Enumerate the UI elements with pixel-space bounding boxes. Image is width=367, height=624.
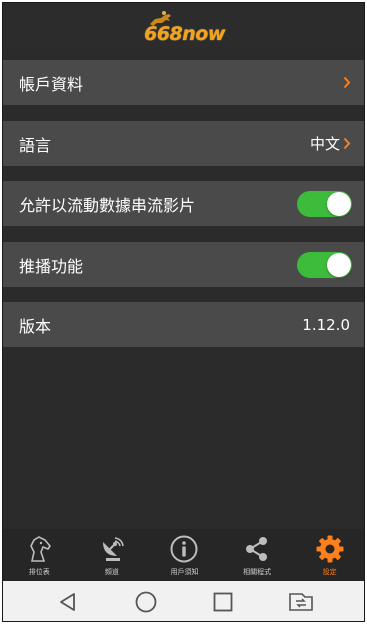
tab-label: 相關程式 bbox=[243, 568, 272, 576]
home-icon[interactable] bbox=[131, 587, 161, 617]
app-header: 668now bbox=[3, 3, 364, 50]
tab-label: 排位表 bbox=[28, 568, 50, 576]
tab-race-card[interactable]: 排位表 bbox=[3, 529, 76, 581]
tab-settings[interactable]: 設定 bbox=[293, 529, 364, 581]
satellite-dish-icon bbox=[97, 534, 127, 564]
app-screen: 668now 帳戶資料 語言 中文 允許以流動數據串流影片 推播功能 版本 1.… bbox=[2, 2, 365, 622]
horse-rider-logo-icon bbox=[149, 10, 171, 26]
back-icon[interactable] bbox=[53, 587, 83, 617]
settings-row-push: 推播功能 bbox=[3, 242, 364, 287]
settings-row-version: 版本 1.12.0 bbox=[3, 302, 364, 347]
switch-sim-icon[interactable] bbox=[286, 587, 316, 617]
settings-row-account[interactable]: 帳戶資料 bbox=[3, 60, 364, 105]
info-icon bbox=[169, 534, 199, 564]
version-value: 1.12.0 bbox=[302, 315, 350, 334]
tab-label: 用戶須知 bbox=[170, 568, 199, 576]
app-logo: 668now bbox=[137, 10, 233, 44]
row-label: 版本 bbox=[19, 316, 52, 336]
tab-related-apps[interactable]: 相關程式 bbox=[221, 529, 294, 581]
chevron-right-icon bbox=[342, 137, 352, 151]
tab-channels[interactable]: 頻道 bbox=[76, 529, 149, 581]
mobile-streaming-toggle[interactable] bbox=[297, 190, 352, 217]
toggle-knob bbox=[327, 191, 351, 216]
share-icon bbox=[242, 534, 272, 564]
gear-icon bbox=[315, 534, 345, 564]
horse-head-icon bbox=[24, 534, 54, 564]
push-notification-toggle[interactable] bbox=[297, 251, 352, 278]
bottom-tab-bar: 排位表 頻道 用戶須知 相關程式 設定 bbox=[3, 529, 364, 581]
toggle-knob bbox=[327, 252, 351, 277]
tab-user-notice[interactable]: 用戶須知 bbox=[148, 529, 221, 581]
language-value: 中文 bbox=[309, 135, 340, 153]
row-label: 帳戶資料 bbox=[19, 74, 84, 94]
settings-row-mobile-streaming: 允許以流動數據串流影片 bbox=[3, 181, 364, 226]
row-label: 允許以流動數據串流影片 bbox=[19, 195, 196, 215]
tab-label: 設定 bbox=[322, 568, 337, 576]
chevron-right-icon bbox=[342, 76, 352, 90]
row-label: 語言 bbox=[19, 135, 52, 155]
tab-label: 頻道 bbox=[104, 568, 119, 576]
system-nav-bar bbox=[3, 581, 364, 621]
settings-row-language[interactable]: 語言 中文 bbox=[3, 121, 364, 166]
recents-icon[interactable] bbox=[208, 587, 238, 617]
row-label: 推播功能 bbox=[19, 256, 84, 276]
